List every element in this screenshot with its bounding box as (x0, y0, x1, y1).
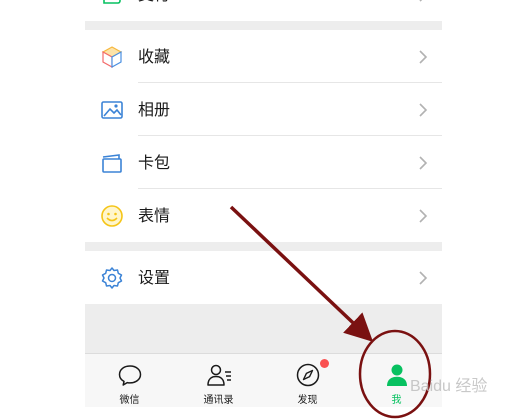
chat-bubble-icon (118, 365, 142, 386)
smile-icon (101, 205, 123, 227)
menu-item-album[interactable]: 相册 (85, 83, 442, 136)
menu-item-label: 卡包 (138, 153, 171, 172)
menu-item-settings[interactable]: 设置 (85, 251, 442, 304)
person-icon (387, 364, 407, 386)
menu-item-label: 设置 (138, 268, 171, 287)
watermark: Baidu 经验 (410, 378, 488, 395)
chevron-right-icon (419, 271, 428, 285)
menu-item-card-wallet[interactable]: 卡包 (85, 136, 442, 189)
menu-item-pay[interactable]: 支付 (85, 0, 442, 21)
tab-label: 微信 (119, 395, 140, 406)
chevron-right-icon (419, 209, 428, 223)
wechat-me-page: 支付 收藏 相册 (85, 0, 442, 407)
menu-item-label: 收藏 (138, 47, 171, 66)
chevron-right-icon (419, 103, 428, 117)
card-wallet-icon (102, 154, 122, 173)
compass-icon (296, 363, 320, 387)
menu-item-label: 支付 (138, 0, 170, 21)
menu-item-stickers[interactable]: 表情 (85, 189, 442, 242)
tab-chats[interactable]: 微信 (85, 354, 174, 407)
chevron-right-icon (419, 156, 428, 170)
screenshot-stage: 支付 收藏 相册 (0, 0, 521, 420)
menu-item-label: 相册 (138, 100, 171, 119)
notification-badge-dot (320, 359, 329, 368)
gear-icon (101, 267, 123, 289)
menu-item-favorites[interactable]: 收藏 (85, 30, 442, 83)
picture-icon (101, 101, 123, 119)
chevron-right-icon (419, 0, 423, 2)
chevron-right-icon (419, 50, 428, 64)
bottom-tab-bar: 微信 通讯录 发现 我 (85, 353, 442, 407)
wallet-icon (103, 0, 121, 4)
contacts-icon (207, 364, 231, 386)
menu-item-label: 表情 (138, 206, 171, 225)
tab-label: 通讯录 (203, 395, 234, 406)
tab-contacts[interactable]: 通讯录 (174, 354, 263, 407)
tab-label: 发现 (297, 395, 318, 406)
tab-discover[interactable]: 发现 (263, 354, 352, 407)
cube-icon (101, 46, 123, 69)
